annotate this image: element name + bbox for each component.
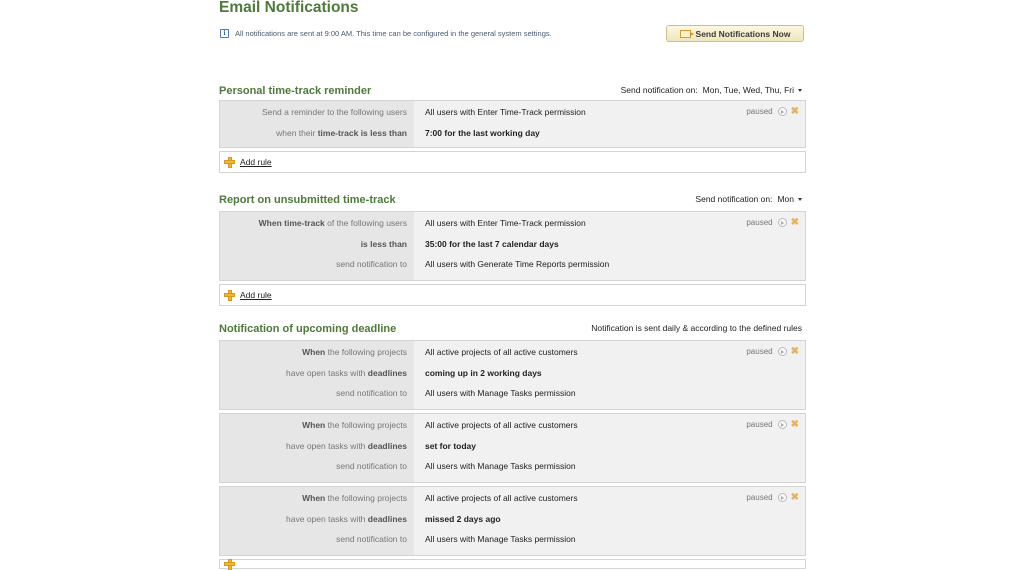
- rule-row: have open tasks with deadlines coming up…: [220, 362, 805, 383]
- rule-row-value[interactable]: All users with Enter Time-Track permissi…: [425, 107, 586, 117]
- play-icon[interactable]: [777, 107, 787, 116]
- rule-row-value[interactable]: coming up in 2 working days: [425, 368, 542, 378]
- paused-status: paused: [746, 218, 773, 227]
- page-title: Email Notifications: [219, 0, 359, 16]
- rule-row-value[interactable]: missed 2 days ago: [425, 514, 501, 524]
- rule-row: send notification to All users with Mana…: [220, 455, 805, 476]
- schedule-selector[interactable]: Send notification on: Mon, Tue, Wed, Thu,…: [621, 85, 802, 95]
- plus-icon: [224, 156, 235, 168]
- rule-row: When the following projects All active p…: [220, 341, 805, 362]
- rule-card: When the following projects All active p…: [219, 486, 806, 556]
- rule-row: have open tasks with deadlines set for t…: [220, 435, 805, 456]
- rule-row: when their time-track is less than 7:00 …: [220, 122, 805, 143]
- chevron-down-icon: [798, 198, 802, 202]
- info-text: All notifications are sent at 9:00 AM. T…: [235, 29, 552, 38]
- rule-row-label: send notification to: [336, 388, 407, 398]
- info-message: i All notifications are sent at 9:00 AM.…: [220, 29, 552, 38]
- rule-row-value[interactable]: All active projects of all active custom…: [425, 347, 578, 357]
- info-icon: i: [220, 29, 229, 38]
- schedule-info: Notification is sent daily & according t…: [591, 323, 802, 333]
- rule-row-label: send notification to: [336, 534, 407, 544]
- rule-controls: paused ✖: [746, 107, 799, 117]
- paused-status: paused: [746, 420, 773, 429]
- delete-icon[interactable]: ✖: [791, 493, 799, 503]
- add-rule-row: [219, 558, 806, 570]
- rule-card: When time-track of the following users A…: [219, 211, 806, 281]
- rule-row-label: Send a reminder to the following users: [261, 107, 407, 117]
- plus-icon: [224, 558, 235, 570]
- section-title: Personal time-track reminder: [219, 85, 372, 97]
- plus-icon: [224, 289, 235, 301]
- send-notifications-now-button[interactable]: Send Notifications Now: [666, 25, 804, 42]
- delete-icon[interactable]: ✖: [791, 107, 799, 117]
- schedule-days: Mon, Tue, Wed, Thu, Fri: [702, 85, 794, 95]
- rule-row-label: send notification to: [336, 461, 407, 471]
- rule-row-label: have open tasks with deadlines: [286, 440, 407, 451]
- rule-card: Send a reminder to the following users A…: [219, 100, 806, 148]
- section-report-unsubmitted-time-track: Report on unsubmitted time-track Send no…: [219, 190, 806, 206]
- rule-controls: paused ✖: [746, 420, 799, 430]
- rule-row: send notification to All users with Mana…: [220, 528, 805, 549]
- delete-icon[interactable]: ✖: [791, 347, 799, 357]
- rule-row-value[interactable]: 35:00 for the last 7 calendar days: [425, 239, 559, 249]
- rule-row-value[interactable]: set for today: [425, 441, 476, 451]
- rule-row-label: when their time-track is less than: [276, 127, 407, 138]
- rule-row-value[interactable]: All users with Manage Tasks permission: [425, 461, 576, 471]
- rule-controls: paused ✖: [746, 347, 799, 357]
- section-upcoming-deadline: Notification of upcoming deadline Notifi…: [219, 319, 806, 335]
- envelope-arrow-icon: [679, 29, 694, 38]
- rule-row-label: is less than: [360, 238, 407, 249]
- schedule-selector[interactable]: Send notification on: Mon: [695, 194, 802, 204]
- rule-row-label: send notification to: [336, 259, 407, 269]
- rule-row: is less than 35:00 for the last 7 calend…: [220, 233, 805, 254]
- rule-row-label: When the following projects: [302, 493, 407, 503]
- delete-icon[interactable]: ✖: [791, 218, 799, 228]
- rule-row-value[interactable]: All active projects of all active custom…: [425, 493, 578, 503]
- rule-row-value[interactable]: All users with Generate Time Reports per…: [425, 259, 609, 269]
- rule-row-value[interactable]: All users with Enter Time-Track permissi…: [425, 218, 586, 228]
- play-icon[interactable]: [777, 493, 787, 502]
- rule-row-label: When the following projects: [302, 347, 407, 357]
- add-rule-link[interactable]: Add rule: [240, 157, 272, 167]
- rule-row-label: When time-track of the following users: [258, 218, 407, 228]
- section-title: Notification of upcoming deadline: [219, 323, 397, 335]
- rule-card: When the following projects All active p…: [219, 340, 806, 410]
- rule-row: Send a reminder to the following users A…: [220, 101, 805, 122]
- rule-row-label: When the following projects: [302, 420, 407, 430]
- play-icon[interactable]: [777, 420, 787, 429]
- add-rule-link[interactable]: Add rule: [240, 290, 272, 300]
- rule-row-value[interactable]: All users with Manage Tasks permission: [425, 388, 576, 398]
- delete-icon[interactable]: ✖: [791, 420, 799, 430]
- rule-row-value[interactable]: All active projects of all active custom…: [425, 420, 578, 430]
- add-rule-row: Add rule: [219, 284, 806, 306]
- add-rule-row: Add rule: [219, 151, 806, 173]
- send-notifications-now-label: Send Notifications Now: [695, 28, 791, 39]
- rule-row: send notification to All users with Gene…: [220, 253, 805, 274]
- rule-controls: paused ✖: [746, 493, 799, 503]
- section-personal-time-track-reminder: Personal time-track reminder Send notifi…: [219, 81, 806, 97]
- rule-controls: paused ✖: [746, 218, 799, 228]
- schedule-label: Send notification on:: [620, 85, 698, 95]
- section-title: Report on unsubmitted time-track: [219, 194, 396, 206]
- paused-status: paused: [746, 493, 773, 502]
- rule-row: When the following projects All active p…: [220, 487, 805, 508]
- schedule-days: Mon: [777, 194, 794, 204]
- rule-row: When time-track of the following users A…: [220, 212, 805, 233]
- rule-row: When the following projects All active p…: [220, 414, 805, 435]
- play-icon[interactable]: [777, 218, 787, 227]
- chevron-down-icon: [798, 89, 802, 93]
- rule-row: send notification to All users with Mana…: [220, 382, 805, 403]
- rule-row: have open tasks with deadlines missed 2 …: [220, 508, 805, 529]
- rule-row-value[interactable]: 7:00 for the last working day: [425, 128, 540, 138]
- rule-card: When the following projects All active p…: [219, 413, 806, 483]
- rule-row-value[interactable]: All users with Manage Tasks permission: [425, 534, 576, 544]
- rule-row-label: have open tasks with deadlines: [286, 367, 407, 378]
- rule-row-label: have open tasks with deadlines: [286, 513, 407, 524]
- paused-status: paused: [746, 107, 773, 116]
- schedule-label: Send notification on:: [695, 194, 773, 204]
- paused-status: paused: [746, 347, 773, 356]
- play-icon[interactable]: [777, 347, 787, 356]
